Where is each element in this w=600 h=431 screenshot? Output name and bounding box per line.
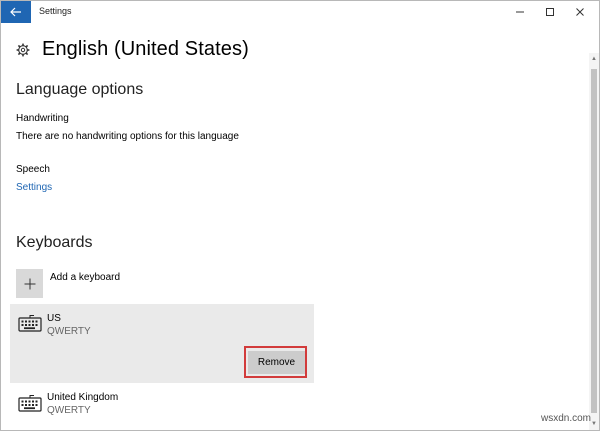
back-arrow-icon bbox=[10, 7, 21, 17]
add-keyboard-button[interactable]: Add a keyboard bbox=[16, 269, 316, 299]
keyboard-layout: QWERTY bbox=[47, 405, 91, 416]
close-icon bbox=[576, 8, 584, 16]
gear-icon bbox=[16, 43, 30, 56]
handwriting-label: Handwriting bbox=[16, 113, 69, 124]
keyboard-icon bbox=[18, 395, 42, 412]
keyboard-item-united-kingdom[interactable]: United Kingdom QWERTY bbox=[10, 385, 314, 421]
minimize-button[interactable] bbox=[504, 1, 536, 23]
vertical-scrollbar[interactable]: ▲ ▼ bbox=[589, 53, 599, 430]
remove-button[interactable]: Remove bbox=[248, 351, 305, 374]
scroll-thumb[interactable] bbox=[591, 69, 597, 413]
close-button[interactable] bbox=[564, 1, 596, 23]
minimize-icon bbox=[516, 11, 524, 13]
keyboards-heading: Keyboards bbox=[16, 234, 93, 251]
keyboard-layout: QWERTY bbox=[47, 326, 91, 337]
title-bar: Settings bbox=[1, 1, 599, 23]
page-title: English (United States) bbox=[42, 38, 249, 60]
handwriting-description: There are no handwriting options for thi… bbox=[16, 131, 239, 142]
keyboard-name: US bbox=[47, 313, 61, 324]
maximize-button[interactable] bbox=[534, 1, 566, 23]
speech-label: Speech bbox=[16, 164, 50, 175]
page-header: English (United States) bbox=[16, 38, 249, 61]
watermark: wsxdn.com bbox=[540, 413, 591, 424]
plus-icon-box bbox=[16, 269, 43, 298]
maximize-icon bbox=[546, 8, 554, 16]
back-button[interactable] bbox=[1, 1, 31, 23]
keyboard-item-us[interactable]: US QWERTY Remove bbox=[10, 304, 314, 383]
settings-window: Settings English (United States) Languag… bbox=[0, 0, 600, 431]
language-options-heading: Language options bbox=[16, 81, 144, 98]
scroll-up-arrow-icon[interactable]: ▲ bbox=[589, 53, 599, 65]
keyboard-icon bbox=[18, 315, 42, 332]
add-keyboard-label: Add a keyboard bbox=[50, 272, 121, 283]
keyboard-name: United Kingdom bbox=[47, 392, 119, 403]
plus-icon bbox=[24, 278, 35, 289]
window-title: Settings bbox=[39, 6, 72, 16]
speech-settings-link[interactable]: Settings bbox=[16, 182, 52, 193]
